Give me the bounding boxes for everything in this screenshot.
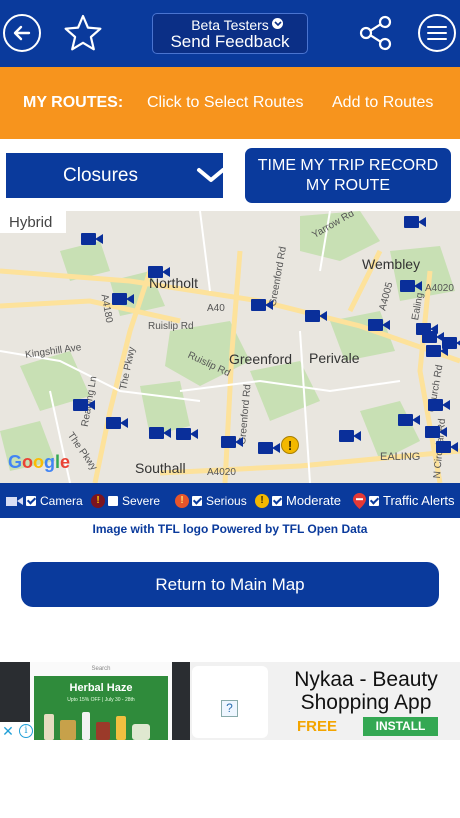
traffic-map[interactable]: Hybrid Wembley Northolt Greenford Periva… bbox=[0, 211, 460, 483]
traffic-alerts-checkbox[interactable] bbox=[369, 495, 379, 506]
map-layer-toggle[interactable]: Hybrid bbox=[0, 211, 66, 233]
legend-camera[interactable]: Camera bbox=[6, 483, 83, 518]
camera-marker[interactable] bbox=[442, 337, 460, 349]
legend-moderate-label: Moderate bbox=[286, 493, 341, 508]
feedback-caption: Beta Testers bbox=[191, 17, 269, 33]
place-label: Wembley bbox=[362, 256, 421, 272]
legend-camera-label: Camera bbox=[40, 493, 83, 508]
road-label: A4020 bbox=[207, 467, 236, 478]
place-label: EALING bbox=[380, 451, 421, 463]
camera-marker[interactable] bbox=[81, 233, 103, 245]
camera-marker[interactable] bbox=[251, 299, 273, 311]
menu-button[interactable] bbox=[418, 14, 456, 52]
camera-marker[interactable] bbox=[73, 399, 95, 411]
chevron-down-icon bbox=[272, 18, 283, 29]
chevron-down-icon bbox=[197, 168, 225, 182]
camera-marker[interactable] bbox=[258, 442, 280, 454]
top-bar: Beta Testers Send Feedback bbox=[0, 0, 460, 67]
share-icon[interactable] bbox=[357, 14, 395, 52]
camera-marker[interactable] bbox=[398, 414, 420, 426]
camera-marker[interactable] bbox=[422, 331, 444, 343]
my-routes-title: MY ROUTES: bbox=[23, 94, 124, 111]
ad-preview-offer: Upto 15% OFF | July 30 - 28th bbox=[67, 697, 135, 703]
road-label: A40 bbox=[207, 303, 225, 314]
traffic-alert-pin-icon bbox=[353, 492, 366, 509]
ad-close-icon[interactable]: ✕ bbox=[0, 722, 16, 740]
road-label: A4020 bbox=[425, 283, 454, 294]
ad-price: FREE bbox=[297, 718, 338, 735]
camera-marker[interactable] bbox=[404, 216, 426, 228]
camera-marker[interactable] bbox=[148, 266, 170, 278]
ad-app-title: Nykaa - Beauty Shopping App bbox=[294, 668, 438, 714]
severe-icon: ! bbox=[91, 493, 105, 508]
serious-checkbox[interactable] bbox=[192, 495, 202, 506]
camera-marker[interactable] bbox=[400, 280, 422, 292]
back-button[interactable] bbox=[3, 14, 41, 52]
app-screen: Beta Testers Send Feedback MY ROUTES: Cl… bbox=[0, 0, 460, 818]
ad-preview-search: Search bbox=[91, 666, 111, 672]
ad-preview-headline: Herbal Haze bbox=[69, 682, 133, 694]
camera-marker[interactable] bbox=[112, 293, 134, 305]
return-to-main-map-button[interactable]: Return to Main Map bbox=[21, 562, 439, 607]
road-label: Ruislip Rd bbox=[148, 321, 194, 332]
tfl-attribution: Image with TFL logo Powered by TFL Open … bbox=[92, 522, 368, 536]
legend-severe-label: Severe bbox=[122, 493, 161, 508]
camera-marker[interactable] bbox=[149, 427, 171, 439]
map-legend: Camera ! Severe ! Serious ! Moderate Tra… bbox=[0, 483, 460, 518]
camera-marker[interactable] bbox=[425, 426, 447, 438]
severe-checkbox[interactable] bbox=[108, 495, 118, 506]
camera-marker[interactable] bbox=[176, 428, 198, 440]
camera-icon bbox=[6, 496, 23, 506]
camera-checkbox[interactable] bbox=[26, 495, 36, 506]
ad-preview-screen: Search Herbal Haze Upto 15% OFF | July 3… bbox=[30, 662, 172, 740]
place-label: Perivale bbox=[309, 350, 360, 366]
feedback-label: Send Feedback bbox=[170, 32, 290, 51]
broken-image-icon: ? bbox=[221, 700, 238, 717]
ad-info-icon[interactable] bbox=[16, 722, 34, 740]
camera-marker[interactable] bbox=[339, 430, 361, 442]
moderate-checkbox[interactable] bbox=[272, 495, 282, 506]
camera-marker[interactable] bbox=[106, 417, 128, 429]
record-label-line1: TIME MY TRIP RECORD bbox=[257, 157, 439, 174]
hamburger-menu-icon bbox=[427, 26, 447, 40]
select-routes-link[interactable]: Click to Select Routes bbox=[147, 94, 304, 112]
closures-dropdown-value: Closures bbox=[63, 165, 138, 186]
back-arrow-icon bbox=[13, 25, 31, 41]
google-logo: Google bbox=[8, 452, 71, 472]
moderate-icon: ! bbox=[255, 493, 269, 508]
legend-traffic-alerts[interactable]: Traffic Alerts bbox=[353, 483, 455, 518]
ad-banner[interactable]: Search Herbal Haze Upto 15% OFF | July 3… bbox=[0, 662, 460, 740]
place-label: Greenford bbox=[229, 351, 293, 367]
product-bottles-image bbox=[44, 712, 150, 740]
ad-install-button[interactable]: INSTALL bbox=[363, 717, 438, 736]
star-icon[interactable] bbox=[63, 13, 103, 53]
legend-moderate[interactable]: ! Moderate bbox=[255, 483, 341, 518]
moderate-alert-marker[interactable]: ! bbox=[281, 436, 299, 454]
legend-traffic-alerts-label: Traffic Alerts bbox=[383, 493, 455, 508]
closures-dropdown[interactable]: Closures bbox=[6, 153, 225, 198]
camera-marker[interactable] bbox=[368, 319, 390, 331]
ad-app-icon: ? bbox=[192, 666, 268, 738]
legend-serious[interactable]: ! Serious bbox=[175, 483, 247, 518]
record-label-line2: MY ROUTE bbox=[305, 177, 391, 194]
camera-marker[interactable] bbox=[428, 399, 450, 411]
legend-serious-label: Serious bbox=[206, 493, 247, 508]
ad-preview-banner: Herbal Haze Upto 15% OFF | July 30 - 28t… bbox=[34, 676, 168, 740]
place-label: Southall bbox=[135, 460, 186, 476]
camera-marker[interactable] bbox=[436, 441, 458, 453]
send-feedback-button[interactable]: Beta Testers Send Feedback bbox=[152, 13, 308, 54]
serious-icon: ! bbox=[175, 493, 189, 508]
camera-marker[interactable] bbox=[305, 310, 327, 322]
time-my-trip-button[interactable]: TIME MY TRIP RECORD MY ROUTE bbox=[245, 148, 451, 203]
legend-severe[interactable]: ! Severe bbox=[91, 483, 160, 518]
add-to-routes-link[interactable]: Add to Routes bbox=[332, 94, 433, 112]
my-routes-bar: MY ROUTES: Click to Select Routes Add to… bbox=[0, 67, 460, 139]
camera-marker[interactable] bbox=[221, 436, 243, 448]
